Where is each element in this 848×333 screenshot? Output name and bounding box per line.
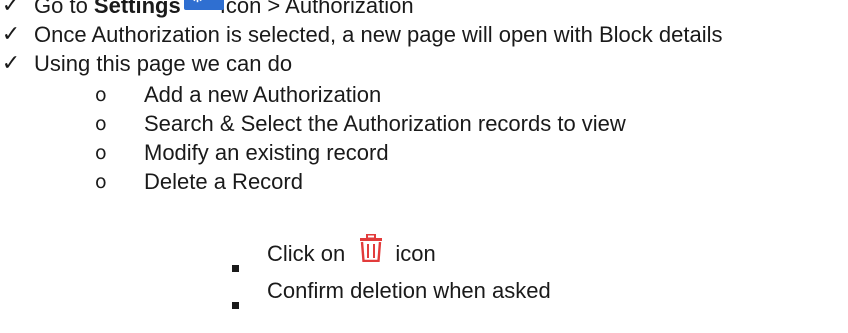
square-bullet bbox=[232, 265, 239, 272]
sub-item-4-text: Delete a Record bbox=[144, 169, 303, 194]
confirm-deletion-text: Confirm deletion when asked bbox=[267, 278, 551, 303]
settings-label: Settings bbox=[93, 0, 181, 18]
item-3-text: Using this page we can do bbox=[34, 51, 293, 76]
circle-bullet: o bbox=[95, 113, 107, 135]
square-bullet bbox=[232, 302, 239, 309]
icon-text: icon bbox=[395, 241, 436, 266]
item-1-suffix: Icon > Authorization bbox=[219, 0, 414, 18]
circle-bullet: o bbox=[95, 171, 107, 193]
checkmark-icon: ✓ bbox=[1, 51, 21, 76]
gear-icon bbox=[192, 0, 202, 3]
item-1-prefix: Go to bbox=[34, 0, 94, 18]
circle-bullet: o bbox=[95, 84, 107, 106]
sub-item-2-text: Search & Select the Authorization record… bbox=[144, 111, 626, 136]
settings-button-icon bbox=[183, 0, 224, 10]
trash-icon bbox=[359, 234, 383, 262]
sub-item-3-text: Modify an existing record bbox=[144, 140, 389, 165]
click-on-text: Click on bbox=[267, 241, 352, 266]
circle-bullet: o bbox=[95, 142, 107, 164]
item-2-text: Once Authorization is selected, a new pa… bbox=[34, 22, 723, 47]
checkmark-icon: ✓ bbox=[1, 0, 21, 18]
sub-item-1-text: Add a new Authorization bbox=[144, 82, 382, 107]
checkmark-icon: ✓ bbox=[1, 22, 21, 47]
